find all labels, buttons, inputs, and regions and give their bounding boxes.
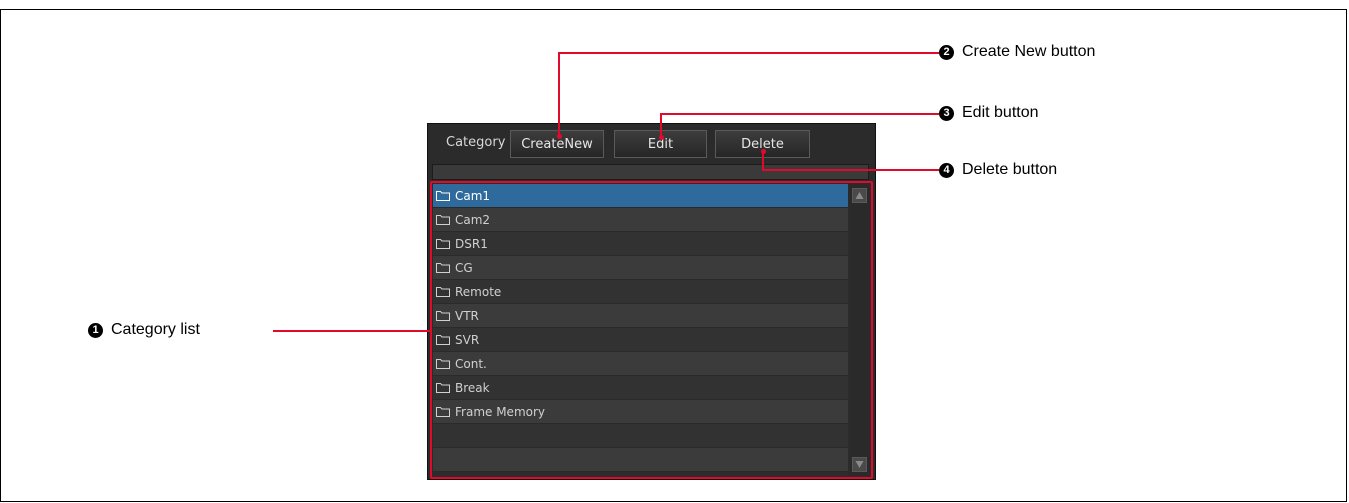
callout-number: 1	[88, 322, 103, 338]
callout-text: Delete button	[962, 161, 1058, 178]
folder-icon	[436, 383, 450, 393]
leader-line-2-horizontal	[558, 52, 939, 54]
leader-dot-2	[557, 134, 562, 139]
callout-delete-button: 4 Delete button	[939, 161, 1057, 179]
callout-category-list: 1 Category list	[88, 321, 200, 339]
folder-icon	[436, 239, 450, 249]
callout-text: Create New button	[962, 43, 1096, 60]
list-item[interactable]: Cam1	[433, 184, 848, 208]
list-item[interactable]: CG	[433, 256, 848, 280]
leader-line-3-horizontal	[660, 113, 939, 115]
list-item-label: Cont.	[455, 356, 487, 371]
callout-number: 2	[939, 44, 954, 60]
list-item-label: VTR	[455, 308, 479, 323]
folder-icon	[436, 311, 450, 321]
list-item-label: Break	[455, 380, 490, 395]
leader-line-4-horizontal	[762, 169, 939, 171]
callout-number: 4	[939, 162, 954, 178]
folder-icon	[436, 359, 450, 369]
list-item[interactable]: Frame Memory	[433, 400, 848, 424]
list-item-label: SVR	[455, 332, 480, 347]
category-list[interactable]: Cam1 Cam2 DSR1 CG Remote VTR SVR Cont. B…	[433, 184, 848, 476]
path-bar	[432, 164, 869, 180]
list-item[interactable]: Cam2	[433, 208, 848, 232]
list-item[interactable]: DSR1	[433, 232, 848, 256]
list-item-label: CG	[455, 260, 473, 275]
list-item[interactable]: Break	[433, 376, 848, 400]
callout-number: 3	[939, 105, 954, 121]
scroll-up-button[interactable]	[852, 188, 867, 203]
folder-icon	[436, 191, 450, 201]
leader-dot-4	[761, 149, 766, 154]
arrow-up-icon	[855, 192, 864, 199]
folder-icon	[436, 335, 450, 345]
leader-dot-3	[659, 135, 664, 140]
folder-icon	[436, 287, 450, 297]
arrow-down-icon	[855, 461, 864, 468]
folder-icon	[436, 215, 450, 225]
folder-icon	[436, 407, 450, 417]
category-label: Category	[446, 135, 506, 150]
list-item-label: Remote	[455, 284, 502, 299]
list-item-label: Cam1	[455, 188, 491, 203]
list-item-empty	[433, 448, 848, 472]
list-item[interactable]: VTR	[433, 304, 848, 328]
list-item[interactable]: Cont.	[433, 352, 848, 376]
list-item-label: Frame Memory	[455, 404, 546, 419]
callout-create-new-button: 2 Create New button	[939, 43, 1095, 61]
list-item[interactable]: SVR	[433, 328, 848, 352]
list-item-empty	[433, 424, 848, 448]
scrollbar[interactable]	[850, 184, 870, 476]
list-item-label: Cam2	[455, 212, 491, 227]
leader-line-2-vertical	[558, 52, 560, 137]
list-item-label: DSR1	[455, 236, 488, 251]
callout-edit-button: 3 Edit button	[939, 104, 1039, 122]
callout-text: Edit button	[962, 104, 1039, 121]
scroll-down-button[interactable]	[852, 457, 867, 472]
callout-text: Category list	[111, 321, 200, 338]
folder-icon	[436, 263, 450, 273]
leader-line-1	[273, 330, 430, 332]
list-item[interactable]: Remote	[433, 280, 848, 304]
